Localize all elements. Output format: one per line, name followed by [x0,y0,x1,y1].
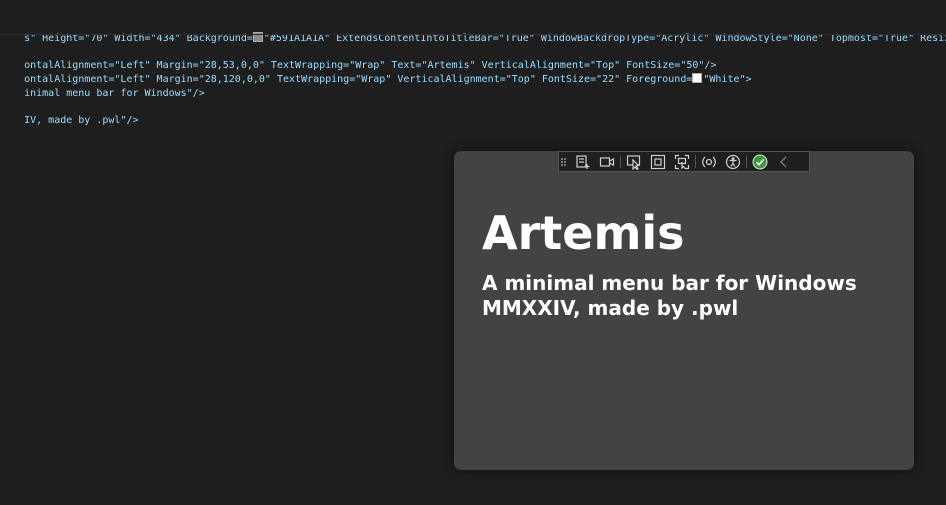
record-icon[interactable] [595,152,619,171]
toolbar-separator [746,155,747,168]
code-text: IV, made by .pwl"/> [24,115,139,126]
collapse-chevron-icon[interactable] [772,152,796,171]
app-title: Artemis [482,206,685,260]
code-text: inimal menu bar for Windows"/> [24,88,205,99]
toolbar-separator [695,155,696,168]
code-line-5: IV, made by .pwl"/> [0,100,138,142]
toolbar-separator [620,155,621,168]
live-visual-tree-icon[interactable] [571,152,595,171]
binding-failures-icon[interactable] [697,152,721,171]
color-swatch [692,73,703,83]
accessibility-icon[interactable] [721,152,745,171]
code-text: "White"> [703,74,752,85]
track-focus-icon[interactable] [670,152,694,171]
display-layout-adorners-icon[interactable] [646,152,670,171]
line-separator [0,34,946,35]
xaml-debug-toolbar [558,151,810,172]
hot-reload-ok-icon[interactable] [748,152,772,171]
app-preview-window[interactable]: Artemis A minimal menu bar for Windows M… [454,151,914,470]
select-element-icon[interactable] [622,152,646,171]
toolbar-grip-icon[interactable] [561,155,567,169]
app-subtitle: A minimal menu bar for Windows MMXXIV, m… [482,271,857,320]
